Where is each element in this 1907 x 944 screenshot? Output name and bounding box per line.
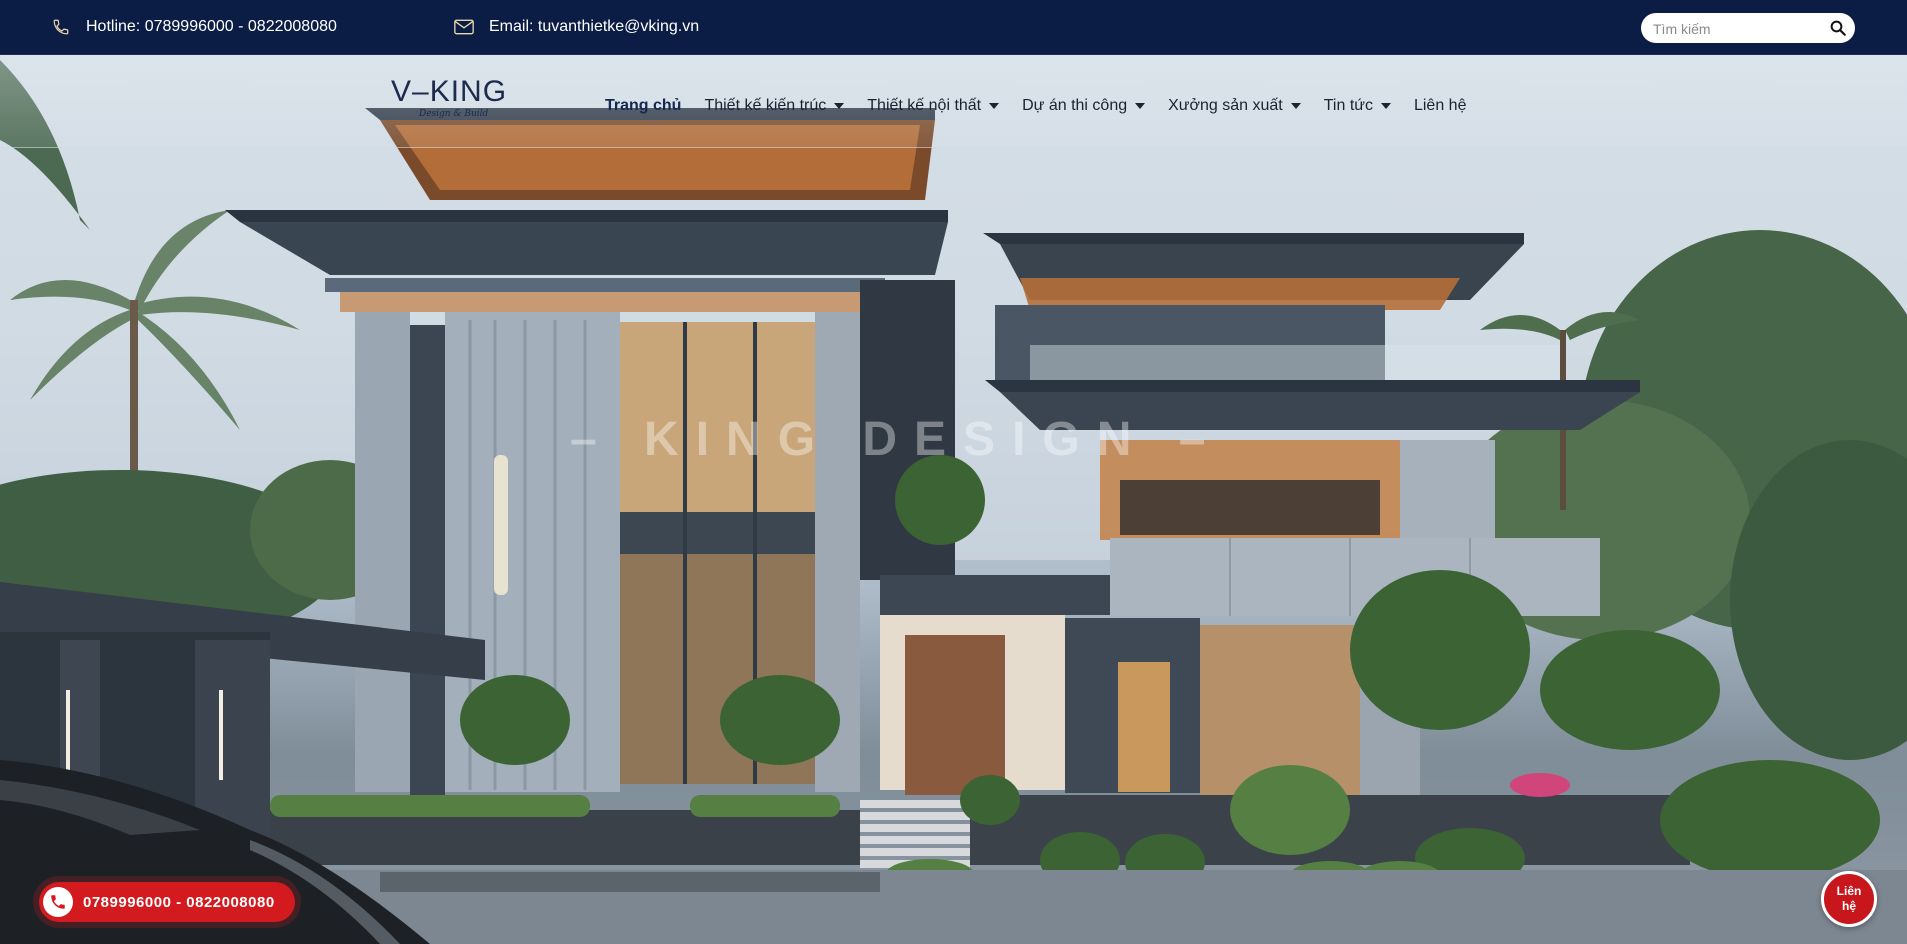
search-input[interactable] (1651, 18, 1825, 40)
search-icon[interactable] (1829, 19, 1847, 37)
phone-icon (50, 16, 72, 38)
nav-label: Xưởng sản xuất (1168, 97, 1283, 114)
main-nav: Trang chủ Thiết kế kiến trúc Thiết kế nộ… (605, 91, 1489, 121)
hotline-text: Hotline: 0789996000 - 0822008080 (86, 18, 337, 35)
top-contact-bar: Hotline: 0789996000 - 0822008080 Email: … (0, 0, 1907, 55)
chevron-down-icon (834, 103, 845, 109)
contact-floating-button[interactable]: Liên hệ (1821, 871, 1877, 927)
logo-text: V–KING (391, 75, 508, 108)
nav-item-architecture-design[interactable]: Thiết kế kiến trúc (704, 97, 845, 115)
nav-label: Dự án thi công (1022, 97, 1128, 114)
chevron-down-icon (1380, 103, 1391, 109)
mail-icon (453, 16, 475, 38)
nav-item-home[interactable]: Trang chủ (605, 97, 681, 115)
email-text: Email: tuvanthietke@vking.vn (489, 18, 700, 35)
contact-button-label: Liên hệ (1836, 884, 1862, 913)
nav-item-construction-projects[interactable]: Dự án thi công (1022, 97, 1146, 115)
email-item[interactable]: Email: tuvanthietke@vking.vn (453, 0, 699, 54)
nav-item-workshop[interactable]: Xưởng sản xuất (1168, 97, 1301, 115)
site-header: V–KING Design & Build Trang chủ Thiết kế… (0, 55, 1907, 148)
chevron-down-icon (989, 103, 1000, 109)
search-box (1641, 13, 1855, 43)
phone-icon (43, 887, 73, 917)
logo-subtitle: Design & Build (419, 109, 489, 119)
chevron-down-icon (1135, 103, 1146, 109)
hotline-call-button[interactable]: 0789996000 - 0822008080 (39, 882, 295, 922)
nav-label: Thiết kế nội thất (867, 97, 982, 114)
nav-item-contact[interactable]: Liên hệ (1414, 97, 1467, 115)
nav-label: Liên hệ (1413, 97, 1467, 114)
nav-label: Thiết kế kiến trúc (704, 97, 827, 114)
hotline-item[interactable]: Hotline: 0789996000 - 0822008080 (50, 0, 337, 54)
watermark-text: – KING DESIGN – (570, 413, 1223, 466)
chevron-down-icon (1290, 103, 1301, 109)
nav-item-news[interactable]: Tin tức (1324, 97, 1391, 115)
nav-item-interior-design[interactable]: Thiết kế nội thất (867, 97, 1000, 115)
call-button-label: 0789996000 - 0822008080 (83, 893, 275, 911)
nav-label: Tin tức (1323, 97, 1373, 114)
nav-label: Trang chủ (605, 97, 682, 114)
brand-logo[interactable]: V–KING Design & Build (391, 75, 511, 119)
